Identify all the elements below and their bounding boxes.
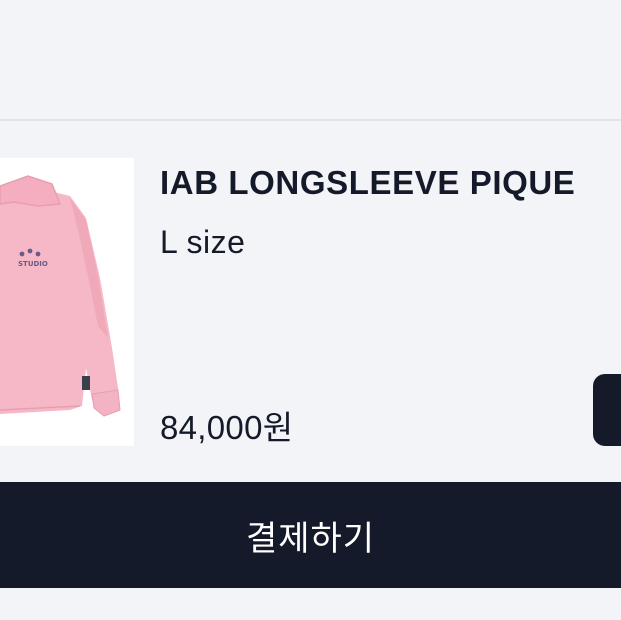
item-action-button[interactable] <box>593 374 621 446</box>
product-name: IAB LONGSLEEVE PIQUE <box>160 164 576 201</box>
pink-longsleeve-polo-icon: STUDIO <box>0 175 121 417</box>
top-panel <box>0 0 621 121</box>
cart-item: STUDIO IAB LONGSLEEVE PIQUE L size 84,00… <box>0 121 621 482</box>
product-price: 84,000원 <box>160 409 294 446</box>
shirt-logo-text: STUDIO <box>18 260 48 268</box>
product-option: L size <box>160 224 246 260</box>
product-thumbnail[interactable]: STUDIO <box>0 158 134 446</box>
checkout-button[interactable]: 결제하기 <box>0 482 621 588</box>
bottom-area <box>0 588 621 620</box>
